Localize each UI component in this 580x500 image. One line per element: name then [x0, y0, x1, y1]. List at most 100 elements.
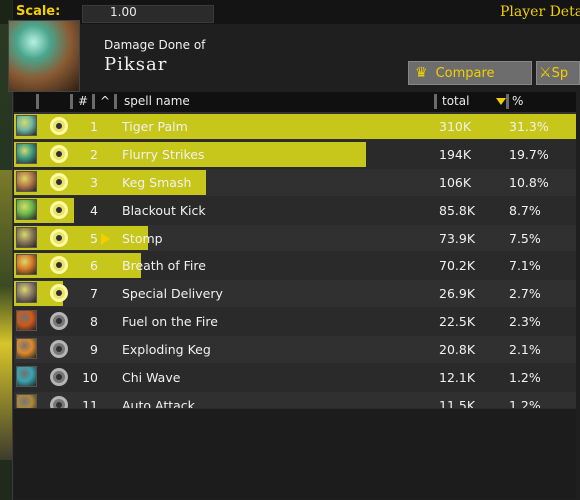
table-header: # ^ spell name total %	[14, 92, 576, 113]
table-row[interactable]: 7 Special Delivery 26.9K 2.7%	[14, 280, 576, 309]
table-row[interactable]: 2 Flurry Strikes 194K 19.7%	[14, 140, 576, 169]
spell-rank: 10	[82, 370, 98, 386]
table-row[interactable]: 9 Exploding Keg 20.8K 2.1%	[14, 336, 576, 365]
spell-name: Stomp	[122, 230, 163, 246]
column-separator	[506, 94, 509, 109]
scale-value: 1.00	[110, 5, 137, 19]
spell-total-damage: 12.1K	[439, 370, 476, 386]
spell-toggle-gear-icon[interactable]	[50, 340, 68, 359]
sort-desc-icon	[496, 98, 506, 105]
scale-label: Scale:	[16, 4, 61, 19]
spell-total-damage: 73.9K	[439, 230, 476, 246]
stomp-icon	[16, 226, 37, 248]
spell-total-damage: 20.8K	[439, 342, 476, 358]
spell-rank: 5	[90, 230, 98, 246]
flurry-strikes-icon	[16, 142, 37, 164]
top-bar: Scale: 1.00 Player Deta	[0, 0, 580, 24]
spell-rank: 2	[90, 146, 98, 162]
column-header-percent[interactable]: %	[512, 94, 523, 108]
table-row[interactable]: 1 Tiger Palm 310K 31.3%	[14, 113, 576, 141]
spells-button-label: Sp	[551, 65, 569, 81]
spell-toggle-gear-icon[interactable]	[50, 172, 68, 191]
spell-name: Keg Smash	[122, 174, 192, 190]
damage-done-subtitle: Damage Done of	[104, 38, 206, 52]
spell-damage-percent: 10.8%	[509, 174, 549, 190]
compare-button[interactable]: ♛ Compare	[408, 61, 532, 85]
column-header-total[interactable]: total	[442, 94, 469, 108]
column-header-spell-name[interactable]: spell name	[124, 94, 190, 108]
spell-name: Special Delivery	[122, 286, 223, 302]
spell-damage-percent: 2.7%	[509, 286, 541, 302]
table-row[interactable]: 4 Blackout Kick 85.8K 8.7%	[14, 196, 576, 225]
spell-toggle-gear-icon[interactable]	[50, 117, 68, 135]
spell-name: Tiger Palm	[122, 119, 188, 134]
tiger-palm-icon	[16, 115, 37, 136]
spell-damage-percent: 1.2%	[509, 370, 541, 386]
player-name: Piksar	[104, 54, 168, 75]
spell-rank: 8	[90, 314, 98, 330]
keg-smash-icon	[16, 170, 37, 192]
table-row[interactable]: 3 Keg Smash 106K 10.8%	[14, 168, 576, 197]
spell-toggle-gear-icon[interactable]	[50, 228, 68, 247]
spell-toggle-gear-icon[interactable]	[50, 312, 68, 331]
compare-button-label: Compare	[435, 65, 495, 81]
empty-detail-pane	[14, 408, 576, 499]
spell-damage-percent: 7.1%	[509, 258, 541, 274]
spell-rank: 4	[90, 202, 98, 218]
fuel-on-the-fire-icon	[16, 310, 37, 332]
damage-share-bar	[14, 114, 576, 139]
game-world-edge	[0, 170, 12, 460]
spell-name: Blackout Kick	[122, 202, 206, 218]
table-row[interactable]: 8 Fuel on the Fire 22.5K 2.3%	[14, 308, 576, 337]
column-header-rank[interactable]: #	[78, 94, 88, 108]
blackout-kick-icon	[16, 198, 37, 220]
crown-icon: ♛	[415, 65, 428, 81]
spell-total-damage: 22.5K	[439, 314, 476, 330]
spell-toggle-gear-icon[interactable]	[50, 368, 68, 387]
table-row[interactable]: 6 Breath of Fire 70.2K 7.1%	[14, 252, 576, 281]
spell-damage-percent: 2.1%	[509, 342, 541, 358]
spell-damage-percent: 2.3%	[509, 314, 541, 330]
special-delivery-icon	[16, 282, 37, 304]
spell-total-damage: 310K	[439, 119, 472, 134]
spells-button[interactable]: ⚔ Sp	[536, 61, 580, 85]
spell-name: Fuel on the Fire	[122, 314, 218, 330]
spell-rank: 3	[90, 174, 98, 190]
spell-toggle-gear-icon[interactable]	[50, 144, 68, 163]
spell-rank: 7	[90, 286, 98, 302]
column-separator	[114, 94, 117, 109]
table-row[interactable]: 5 Stomp 73.9K 7.5%	[14, 224, 576, 253]
spell-total-damage: 194K	[439, 146, 472, 162]
column-separator	[70, 94, 73, 109]
column-separator	[36, 94, 39, 109]
spell-name: Breath of Fire	[122, 258, 206, 274]
spell-toggle-gear-icon[interactable]	[50, 200, 68, 219]
spell-damage-percent: 19.7%	[509, 146, 549, 162]
spell-name: Exploding Keg	[122, 342, 211, 358]
chi-wave-icon	[16, 366, 37, 388]
spell-rank: 9	[90, 342, 98, 358]
spell-name: Chi Wave	[122, 370, 181, 386]
spell-total-damage: 26.9K	[439, 286, 476, 302]
spell-rank: 1	[90, 119, 98, 134]
spell-name: Flurry Strikes	[122, 146, 205, 162]
column-separator	[434, 94, 437, 109]
breath-of-fire-icon	[16, 254, 37, 276]
spell-table: # ^ spell name total % 1 Tiger Palm 310K 31…	[14, 92, 576, 420]
table-row[interactable]: 10 Chi Wave 12.1K 1.2%	[14, 364, 576, 392]
spell-total-damage: 85.8K	[439, 202, 476, 218]
column-header-caret[interactable]: ^	[100, 94, 110, 108]
spell-toggle-gear-icon[interactable]	[50, 284, 68, 303]
exploding-keg-icon	[16, 338, 37, 360]
column-separator	[92, 94, 95, 109]
crossed-swords-icon: ⚔	[539, 65, 552, 81]
scale-slider[interactable]	[82, 5, 214, 23]
spell-total-damage: 106K	[439, 174, 472, 190]
spell-total-damage: 70.2K	[439, 258, 476, 274]
player-details-title: Player Deta	[500, 4, 580, 20]
spell-damage-percent: 7.5%	[509, 230, 541, 246]
selected-row-arrow-icon	[101, 232, 110, 245]
spell-damage-percent: 8.7%	[509, 202, 541, 218]
spell-damage-percent: 31.3%	[509, 119, 549, 134]
table-body: 1 Tiger Palm 310K 31.3% 2 Flurry Strikes 194K 1…	[14, 113, 576, 420]
